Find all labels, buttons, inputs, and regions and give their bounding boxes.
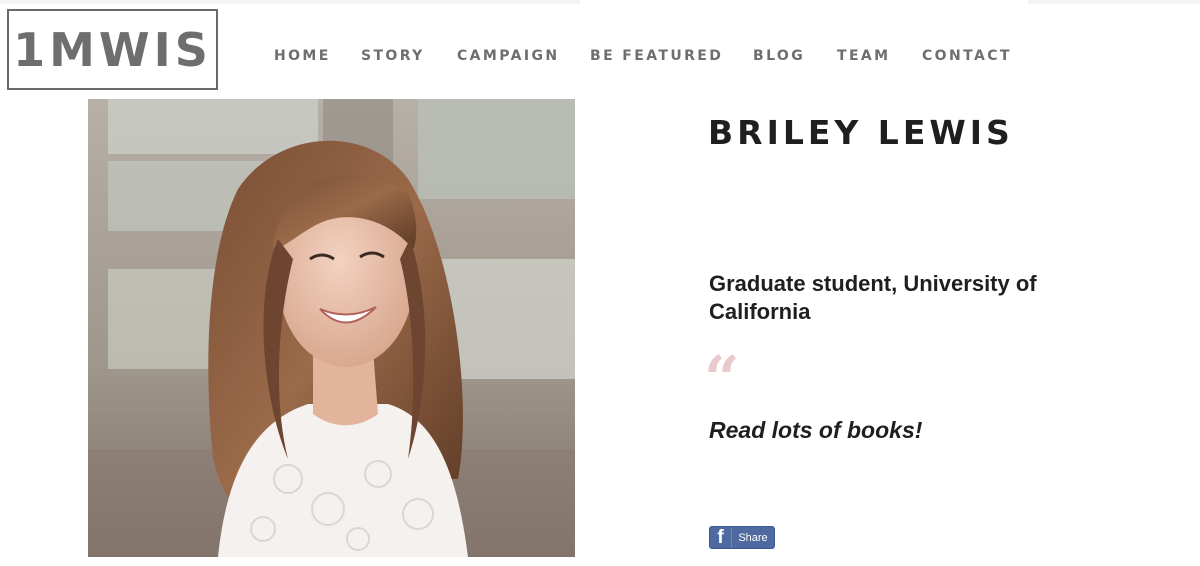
nav-item-contact[interactable]: CONTACT bbox=[922, 47, 1012, 65]
profile-quote: Read lots of books! bbox=[709, 417, 923, 443]
profile-role: Graduate student, University of Californ… bbox=[709, 271, 1037, 324]
nav-item-blog[interactable]: BLOG bbox=[753, 47, 805, 65]
facebook-icon: f bbox=[710, 527, 732, 548]
profile-photo bbox=[88, 99, 575, 557]
facebook-share-button[interactable]: f Share bbox=[709, 526, 775, 549]
site-logo[interactable]: 1MWIS bbox=[7, 9, 218, 90]
top-strip bbox=[0, 0, 1200, 4]
nav-item-story[interactable]: STORY bbox=[361, 47, 425, 65]
nav-item-team[interactable]: TEAM bbox=[837, 47, 890, 65]
quote-mark-icon: “ bbox=[704, 342, 740, 415]
nav-item-home[interactable]: HOME bbox=[274, 47, 331, 65]
nav-item-be-featured[interactable]: BE FEATURED bbox=[590, 47, 723, 65]
logo-text: 1MWIS bbox=[13, 22, 212, 77]
share-label: Share bbox=[738, 531, 768, 544]
nav-item-campaign[interactable]: CAMPAIGN bbox=[457, 47, 559, 65]
profile-name: BRILEY LEWIS bbox=[708, 113, 1014, 152]
